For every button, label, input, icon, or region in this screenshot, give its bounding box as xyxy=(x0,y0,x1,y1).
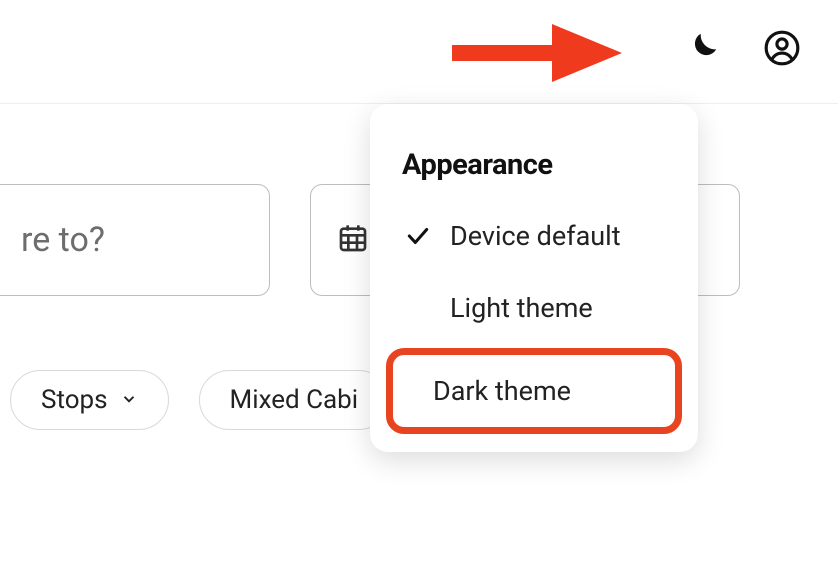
calendar-icon xyxy=(337,222,369,258)
appearance-popover: Appearance Device default Light theme Da… xyxy=(370,104,698,452)
destination-input[interactable]: re to? xyxy=(0,184,270,296)
chevron-down-icon xyxy=(120,385,138,415)
user-circle-icon xyxy=(763,29,801,71)
moon-icon xyxy=(683,29,721,71)
appearance-option-device-default[interactable]: Device default xyxy=(380,200,688,272)
stops-label: Stops xyxy=(41,385,108,415)
check-icon xyxy=(404,223,432,249)
stops-filter[interactable]: Stops xyxy=(10,370,169,430)
option-label: Light theme xyxy=(450,292,593,324)
annotation-arrow xyxy=(452,18,622,92)
mixed-cabin-label: Mixed Cabi xyxy=(230,385,359,415)
theme-toggle-button[interactable] xyxy=(682,30,722,70)
header-bar xyxy=(0,0,838,104)
profile-button[interactable] xyxy=(762,30,802,70)
popover-title: Appearance xyxy=(380,124,688,200)
appearance-option-dark-theme[interactable]: Dark theme xyxy=(393,355,675,427)
option-label: Dark theme xyxy=(433,375,571,407)
option-label: Device default xyxy=(450,220,621,252)
filter-pills: Stops Mixed Cabi xyxy=(10,370,389,430)
appearance-option-light-theme[interactable]: Light theme xyxy=(380,272,688,344)
destination-placeholder: re to? xyxy=(21,220,105,260)
highlight-box: Dark theme xyxy=(386,348,682,434)
mixed-cabin-filter[interactable]: Mixed Cabi xyxy=(199,370,390,430)
